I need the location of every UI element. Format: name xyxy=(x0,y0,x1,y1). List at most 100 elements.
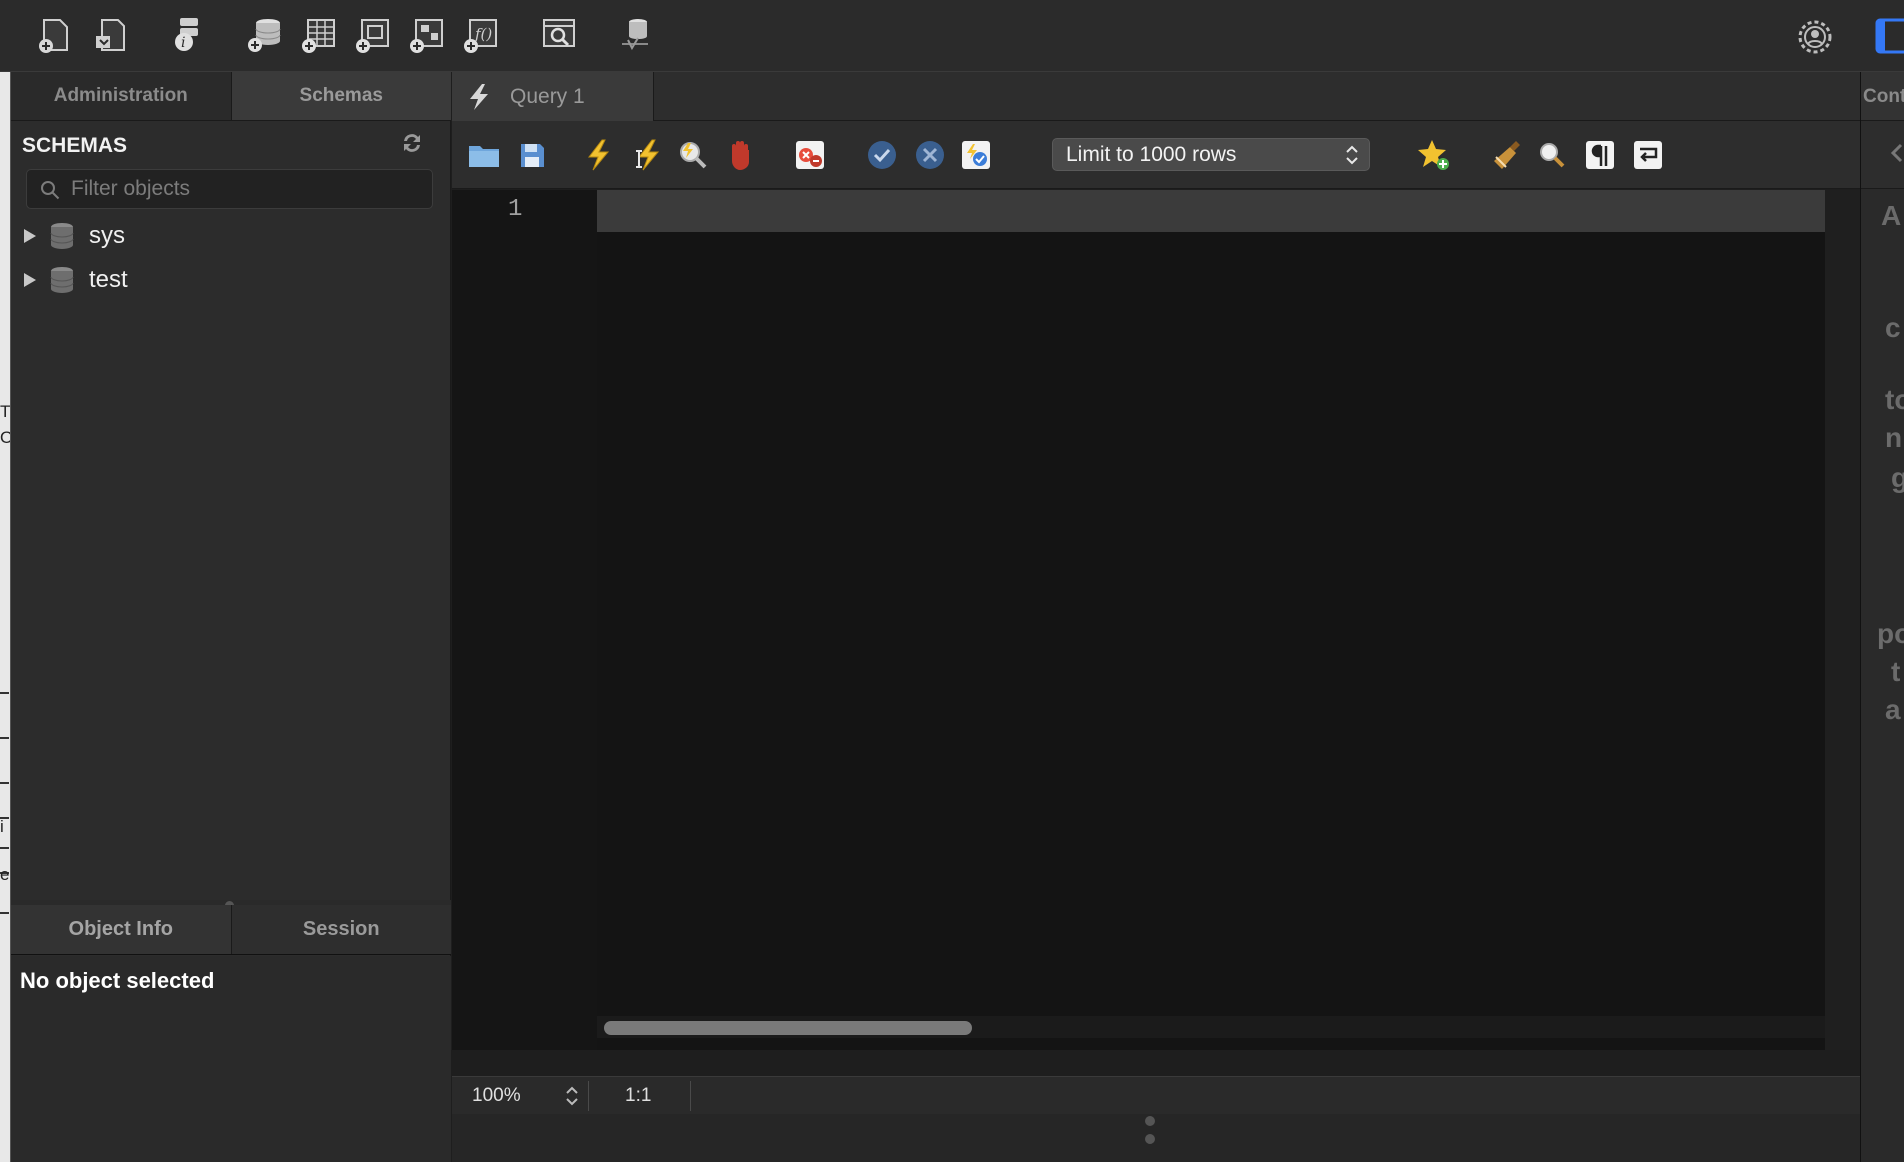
new-sql-tab-icon[interactable] xyxy=(34,14,76,56)
scrollbar-thumb[interactable] xyxy=(604,1021,972,1035)
object-info-panel: No object selected xyxy=(11,956,451,1162)
reconnect-icon[interactable] xyxy=(614,14,656,56)
search-table-data-icon[interactable] xyxy=(538,14,580,56)
query-editor-region: Query 1 Limit to 1000 rows 1 100% 1:1 xyxy=(452,72,1860,1162)
database-icon xyxy=(50,267,74,293)
current-line-highlight[interactable] xyxy=(597,190,1825,232)
svg-text:f(): f() xyxy=(474,25,492,43)
workbench-window: { "toolbar": { "icons": ["new-sql-tab-ic… xyxy=(0,0,1904,1162)
sql-editor[interactable]: 1 xyxy=(452,190,1825,1050)
expand-arrow-icon[interactable] xyxy=(21,227,39,245)
open-sql-script-icon[interactable] xyxy=(90,14,132,56)
edge-mark xyxy=(0,737,9,739)
server-info-icon[interactable]: i xyxy=(166,14,208,56)
status-divider xyxy=(690,1081,691,1111)
toggle-panel-icon[interactable] xyxy=(1875,18,1904,54)
row-limit-value: Limit to 1000 rows xyxy=(1066,142,1237,166)
query-tab-label: Query 1 xyxy=(510,84,585,108)
output-splitter[interactable] xyxy=(452,1114,1860,1162)
edge-text: O xyxy=(0,428,10,448)
lightning-bolt-icon xyxy=(470,83,488,110)
row-limit-select[interactable]: Limit to 1000 rows xyxy=(1052,138,1370,171)
edge-mark xyxy=(0,782,9,784)
tab-object-info[interactable]: Object Info xyxy=(11,905,232,954)
main-toolbar: i f() xyxy=(0,0,1904,72)
zoom-level[interactable]: 100% xyxy=(472,1085,521,1107)
beautify-icon[interactable] xyxy=(1488,137,1524,173)
vertical-scrollbar[interactable] xyxy=(1825,190,1860,1050)
filter-objects-input[interactable] xyxy=(71,174,421,204)
settings-gear-icon[interactable] xyxy=(1795,17,1835,57)
add-snippet-star-icon[interactable] xyxy=(1416,137,1452,173)
execute-icon[interactable] xyxy=(580,137,616,173)
search-icon xyxy=(39,179,61,201)
edge-text: T xyxy=(0,402,11,421)
no-object-message: No object selected xyxy=(20,968,215,993)
navigator-sidebar: Administration Schemas SCHEMAS sys test … xyxy=(11,72,451,1162)
edge-mark xyxy=(0,847,9,849)
panel-text: c xyxy=(1885,312,1901,343)
line-number-gutter: 1 xyxy=(452,190,597,1050)
execute-current-icon[interactable] xyxy=(628,137,664,173)
stop-icon[interactable] xyxy=(722,137,758,173)
create-table-icon[interactable] xyxy=(298,14,340,56)
autocommit-icon[interactable] xyxy=(958,137,994,173)
filter-box xyxy=(26,169,433,209)
schema-label: sys xyxy=(89,222,125,249)
panel-text: g xyxy=(1891,462,1904,494)
cursor-position: 1:1 xyxy=(625,1085,652,1106)
schema-item-test[interactable]: test xyxy=(21,262,128,298)
tab-schemas[interactable]: Schemas xyxy=(230,72,451,120)
create-schema-icon[interactable] xyxy=(244,14,286,56)
status-divider xyxy=(588,1081,589,1111)
edge-mark xyxy=(0,692,9,694)
right-panel-tab[interactable]: Cont xyxy=(1861,72,1904,121)
database-icon xyxy=(50,223,74,249)
splitter-handle[interactable] xyxy=(1145,1116,1155,1126)
schemas-heading: SCHEMAS xyxy=(22,134,128,157)
commit-icon[interactable] xyxy=(864,137,900,173)
svg-text:i: i xyxy=(181,35,185,51)
create-function-icon[interactable]: f() xyxy=(460,14,502,56)
edge-mark xyxy=(0,912,9,914)
tab-query-1[interactable]: Query 1 xyxy=(452,72,654,121)
create-procedure-icon[interactable] xyxy=(406,14,448,56)
panel-text: po xyxy=(1877,618,1904,649)
splitter-handle[interactable] xyxy=(1145,1134,1155,1144)
open-folder-icon[interactable] xyxy=(466,137,502,173)
panel-text: A xyxy=(1881,200,1902,231)
word-wrap-icon[interactable] xyxy=(1630,137,1666,173)
panel-text: a xyxy=(1885,694,1901,725)
schema-item-sys[interactable]: sys xyxy=(21,218,125,254)
editor-status-bar: 100% 1:1 xyxy=(452,1076,1860,1114)
tab-session[interactable]: Session xyxy=(231,905,451,954)
sql-additions-panel: Cont A c to n g po t a xyxy=(1860,72,1904,1162)
line-number: 1 xyxy=(508,196,523,223)
horizontal-scrollbar[interactable] xyxy=(597,1016,1825,1038)
refresh-icon[interactable] xyxy=(399,130,425,156)
panel-text: t xyxy=(1891,656,1901,687)
tab-administration[interactable]: Administration xyxy=(11,72,231,120)
schema-label: test xyxy=(89,266,128,293)
save-icon[interactable] xyxy=(514,137,550,173)
create-view-icon[interactable] xyxy=(352,14,394,56)
rollback-icon[interactable] xyxy=(912,137,948,173)
explain-icon[interactable] xyxy=(674,137,710,173)
expand-arrow-icon[interactable] xyxy=(21,271,39,289)
edge-text: e xyxy=(0,865,10,884)
invisible-chars-icon[interactable] xyxy=(1582,137,1618,173)
zoom-stepper-icon[interactable] xyxy=(564,1084,580,1108)
query-toolbar: Limit to 1000 rows xyxy=(452,121,1860,189)
info-tabs: Object Info Session xyxy=(11,905,451,955)
query-tabs: Query 1 xyxy=(452,72,1860,121)
find-icon[interactable] xyxy=(1534,137,1570,173)
edge-text: i xyxy=(0,817,4,836)
chevron-left-icon[interactable] xyxy=(1889,143,1903,163)
right-panel-toolbar xyxy=(1861,121,1904,189)
stop-on-error-icon[interactable] xyxy=(792,137,828,173)
panel-text: n xyxy=(1885,422,1903,453)
right-panel-title: Cont xyxy=(1863,86,1904,107)
navigator-tabs: Administration Schemas xyxy=(11,72,451,121)
panel-text: to xyxy=(1885,384,1904,415)
chevron-updown-icon xyxy=(1346,145,1358,165)
